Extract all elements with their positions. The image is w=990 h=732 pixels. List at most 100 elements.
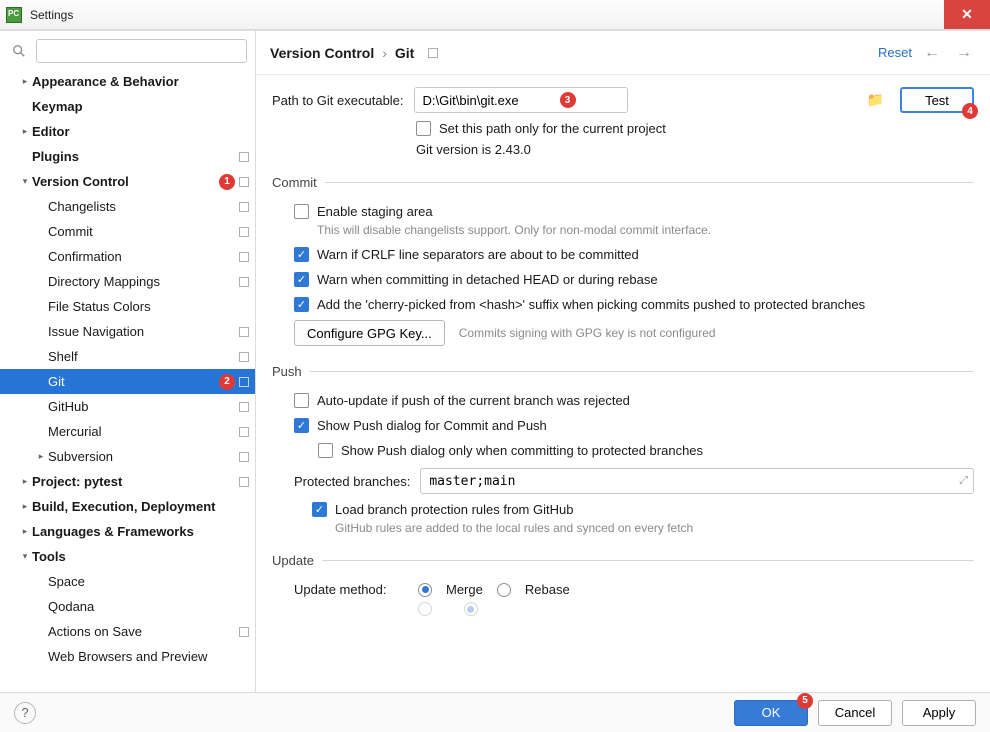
chevron-icon: ▸ xyxy=(18,501,32,512)
tree-item-directory-mappings[interactable]: Directory Mappings xyxy=(0,269,255,294)
tree-item-subversion[interactable]: ▸Subversion xyxy=(0,444,255,469)
warn-crlf-label: Warn if CRLF line separators are about t… xyxy=(317,247,639,262)
enable-staging-checkbox[interactable] xyxy=(294,204,309,219)
tree-item-label: Web Browsers and Preview xyxy=(48,649,249,664)
warn-crlf-checkbox[interactable] xyxy=(294,247,309,262)
nav-back-icon[interactable]: ← xyxy=(920,44,944,62)
breadcrumb-root[interactable]: Version Control xyxy=(270,45,374,61)
tree-item-changelists[interactable]: Changelists xyxy=(0,194,255,219)
tree-item-label: Keymap xyxy=(32,99,249,114)
settings-main: Version Control › Git Reset ← → Path to … xyxy=(256,31,990,692)
tree-item-tools[interactable]: ▾Tools xyxy=(0,544,255,569)
cherry-suffix-label: Add the 'cherry-picked from <hash>' suff… xyxy=(317,297,865,312)
cherry-suffix-checkbox[interactable] xyxy=(294,297,309,312)
ok-button[interactable]: OK 5 xyxy=(734,700,808,726)
tree-item-confirmation[interactable]: Confirmation xyxy=(0,244,255,269)
tree-item-editor[interactable]: ▸Editor xyxy=(0,119,255,144)
tree-item-web-browsers-and-preview[interactable]: Web Browsers and Preview xyxy=(0,644,255,669)
tree-item-label: Directory Mappings xyxy=(48,274,235,289)
git-path-input[interactable] xyxy=(414,87,628,113)
tree-item-github[interactable]: GitHub xyxy=(0,394,255,419)
tree-item-space[interactable]: Space xyxy=(0,569,255,594)
chevron-icon: ▸ xyxy=(34,451,48,462)
dialog-footer: ? OK 5 Cancel Apply xyxy=(0,692,990,732)
chevron-icon: ▸ xyxy=(18,126,32,137)
callout-1: 1 xyxy=(219,174,235,190)
tree-item-keymap[interactable]: Keymap xyxy=(0,94,255,119)
project-scope-icon xyxy=(239,627,249,637)
settings-sidebar: ▸Appearance & Behavior Keymap ▸EditorPlugi… xyxy=(0,31,256,692)
tree-item-label: Issue Navigation xyxy=(48,324,235,339)
chevron-icon: ▸ xyxy=(18,476,32,487)
configure-gpg-button[interactable]: Configure GPG Key... xyxy=(294,320,445,346)
tree-item-label: File Status Colors xyxy=(48,299,249,314)
project-scope-icon xyxy=(239,202,249,212)
warn-detached-label: Warn when committing in detached HEAD or… xyxy=(317,272,658,287)
project-scope-icon xyxy=(428,48,438,58)
tree-item-label: Version Control xyxy=(32,174,215,189)
show-push-protected-checkbox[interactable] xyxy=(318,443,333,458)
update-merge-label: Merge xyxy=(446,582,483,597)
help-button[interactable]: ? xyxy=(14,702,36,724)
project-scope-icon xyxy=(239,327,249,337)
tree-item-qodana[interactable]: Qodana xyxy=(0,594,255,619)
git-path-label: Path to Git executable: xyxy=(272,93,404,108)
show-push-dialog-checkbox[interactable] xyxy=(294,418,309,433)
commit-section: Commit Enable staging area This will dis… xyxy=(272,175,974,346)
tree-item-label: Tools xyxy=(32,549,249,564)
project-scope-icon xyxy=(239,352,249,362)
tree-item-plugins[interactable]: Plugins xyxy=(0,144,255,169)
reset-link[interactable]: Reset xyxy=(878,45,912,60)
git-version-text: Git version is 2.43.0 xyxy=(416,142,974,157)
tree-item-actions-on-save[interactable]: Actions on Save xyxy=(0,619,255,644)
update-rebase-radio[interactable] xyxy=(497,583,511,597)
window-close-button[interactable]: ✕ xyxy=(944,0,990,29)
chevron-icon: ▾ xyxy=(18,176,32,187)
tree-item-project-pytest[interactable]: ▸Project: pytest xyxy=(0,469,255,494)
tree-item-label: Changelists xyxy=(48,199,235,214)
tree-item-label: Build, Execution, Deployment xyxy=(32,499,249,514)
search-input[interactable] xyxy=(36,39,247,63)
tree-item-file-status-colors[interactable]: File Status Colors xyxy=(0,294,255,319)
push-section: Push Auto-update if push of the current … xyxy=(272,364,974,535)
tree-item-label: GitHub xyxy=(48,399,235,414)
tree-item-label: Actions on Save xyxy=(48,624,235,639)
tree-item-languages-frameworks[interactable]: ▸Languages & Frameworks xyxy=(0,519,255,544)
callout-4: 4 xyxy=(962,103,978,119)
search-icon[interactable] xyxy=(8,40,30,62)
project-scope-icon xyxy=(239,477,249,487)
nav-forward-icon[interactable]: → xyxy=(952,44,976,62)
set-path-current-label: Set this path only for the current proje… xyxy=(439,121,666,136)
set-path-current-checkbox[interactable] xyxy=(416,121,431,136)
update-merge-radio[interactable] xyxy=(418,583,432,597)
tree-item-label: Commit xyxy=(48,224,235,239)
tree-item-appearance-behavior[interactable]: ▸Appearance & Behavior xyxy=(0,69,255,94)
update-method-label: Update method: xyxy=(294,582,404,597)
update-rebase-label: Rebase xyxy=(525,582,570,597)
tree-item-issue-navigation[interactable]: Issue Navigation xyxy=(0,319,255,344)
tree-item-shelf[interactable]: Shelf xyxy=(0,344,255,369)
enable-staging-hint: This will disable changelists support. O… xyxy=(317,223,974,237)
show-push-protected-label: Show Push dialog only when committing to… xyxy=(341,443,703,458)
tree-item-commit[interactable]: Commit xyxy=(0,219,255,244)
apply-button[interactable]: Apply xyxy=(902,700,976,726)
tree-item-build-execution-deployment[interactable]: ▸Build, Execution, Deployment xyxy=(0,494,255,519)
protected-branches-input[interactable] xyxy=(420,468,974,494)
project-scope-icon xyxy=(239,377,249,387)
auto-update-checkbox[interactable] xyxy=(294,393,309,408)
settings-tree[interactable]: ▸Appearance & Behavior Keymap ▸EditorPlugi… xyxy=(0,69,255,692)
folder-icon[interactable]: 📁 xyxy=(867,92,884,109)
window-title: Settings xyxy=(30,8,73,22)
tree-item-git[interactable]: Git2 xyxy=(0,369,255,394)
tree-item-mercurial[interactable]: Mercurial xyxy=(0,419,255,444)
gpg-hint: Commits signing with GPG key is not conf… xyxy=(459,326,716,340)
cancel-button[interactable]: Cancel xyxy=(818,700,892,726)
load-github-rules-checkbox[interactable] xyxy=(312,502,327,517)
warn-detached-checkbox[interactable] xyxy=(294,272,309,287)
protected-branches-label: Protected branches: xyxy=(294,474,410,489)
test-button[interactable]: Test 4 xyxy=(900,87,974,113)
expand-icon[interactable]: ⤢ xyxy=(959,475,968,488)
tree-item-label: Confirmation xyxy=(48,249,235,264)
tree-item-label: Qodana xyxy=(48,599,249,614)
tree-item-version-control[interactable]: ▾Version Control 1 xyxy=(0,169,255,194)
